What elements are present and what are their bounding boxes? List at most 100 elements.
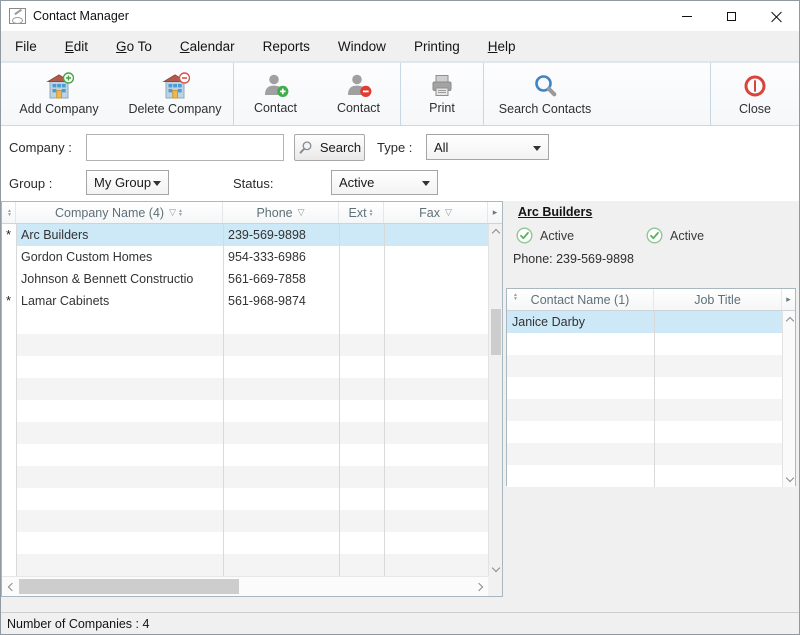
menu-window[interactable]: Window xyxy=(324,31,400,61)
empty-rows-area xyxy=(507,333,782,487)
menu-file[interactable]: File xyxy=(1,31,51,61)
column-header-phone[interactable]: Phone ▽ xyxy=(223,202,339,223)
add-contact-button[interactable]: Contact xyxy=(234,63,317,125)
table-row[interactable]: Johnson & Bennett Constructio 561-669-78… xyxy=(16,268,488,290)
scroll-right-button[interactable] xyxy=(472,577,488,596)
search-contacts-button[interactable]: Search Contacts xyxy=(484,63,606,125)
column-header-fax[interactable]: Fax ▽ xyxy=(384,202,488,223)
contacts-vertical-scrollbar[interactable] xyxy=(782,311,795,487)
delete-contact-button[interactable]: Contact xyxy=(317,63,400,125)
power-icon xyxy=(742,73,768,99)
scroll-left-button[interactable] xyxy=(2,577,18,596)
check-circle-icon xyxy=(516,227,533,244)
status-count: Number of Companies : 4 xyxy=(7,617,149,631)
empty-rows-area xyxy=(16,312,488,576)
scroll-columns-right-button[interactable]: ▸ xyxy=(782,289,795,310)
menu-reports[interactable]: Reports xyxy=(249,31,324,61)
maximize-button[interactable] xyxy=(709,1,754,31)
minimize-button[interactable] xyxy=(664,1,709,31)
toolbar-spacer xyxy=(606,63,710,125)
column-divider xyxy=(654,311,655,487)
scrollbar-thumb[interactable] xyxy=(491,309,501,355)
maximize-icon xyxy=(727,12,736,21)
filter-icon[interactable]: ▽ xyxy=(298,207,305,218)
table-row[interactable]: Lamar Cabinets 561-968-9874 xyxy=(16,290,488,312)
companies-grid-body: * * Arc Builders 239-569-9898 Gordon Cus… xyxy=(2,224,488,576)
menu-goto[interactable]: Go To xyxy=(102,31,166,61)
menu-edit[interactable]: Edit xyxy=(51,31,102,61)
indicator-column-header[interactable]: ▲▼ xyxy=(2,202,16,223)
add-company-button[interactable]: Add Company xyxy=(1,63,117,125)
main-area: ▲▼ Company Name (4) ▽ ▲▼ Phone ▽ Ext ▲▼ … xyxy=(1,201,799,612)
delete-company-button[interactable]: Delete Company xyxy=(117,63,233,125)
column-divider xyxy=(384,224,385,576)
company-input[interactable] xyxy=(86,134,284,161)
menu-help[interactable]: Help xyxy=(474,31,530,61)
close-button[interactable]: Close xyxy=(711,63,799,125)
companies-vertical-scrollbar[interactable] xyxy=(488,224,502,576)
right-arrow-icon: ▸ xyxy=(493,207,498,218)
column-divider xyxy=(223,224,224,576)
column-divider xyxy=(339,224,340,576)
person-plus-icon xyxy=(263,73,289,98)
search-button[interactable]: Search xyxy=(294,134,365,161)
add-contact-label: Contact xyxy=(254,101,297,115)
close-icon xyxy=(771,10,783,22)
close-window-button[interactable] xyxy=(754,1,799,31)
status-text: Active xyxy=(670,229,704,243)
scrollbar-thumb[interactable] xyxy=(19,579,239,594)
status-label: Status: xyxy=(233,176,273,191)
row-indicator: * xyxy=(2,293,15,308)
chevron-right-icon xyxy=(474,582,482,590)
search-contacts-label: Search Contacts xyxy=(499,102,591,116)
status-badge: Active xyxy=(516,227,574,244)
chevron-up-icon xyxy=(785,317,793,325)
chevron-down-icon xyxy=(492,564,500,572)
column-header-ext[interactable]: Ext ▲▼ xyxy=(339,202,384,223)
statusbar: Number of Companies : 4 xyxy=(1,612,799,634)
table-row[interactable]: Janice Darby xyxy=(507,311,782,333)
type-dropdown[interactable]: All xyxy=(426,134,549,160)
companies-grid-header: ▲▼ Company Name (4) ▽ ▲▼ Phone ▽ Ext ▲▼ … xyxy=(2,202,502,224)
filter-icon[interactable]: ▽ xyxy=(445,207,452,218)
filter-icon[interactable]: ▽ xyxy=(169,207,176,218)
chevron-down-icon xyxy=(785,473,793,481)
contacts-grid-header: ▲▼ Contact Name (1) Job Title ▸ xyxy=(507,289,795,311)
scroll-up-button[interactable] xyxy=(783,313,796,326)
minimize-icon xyxy=(682,16,692,17)
toolbar: Add Company Delete Company Contact xyxy=(1,62,799,126)
sort-icon: ▲▼ xyxy=(513,293,518,301)
search-icon xyxy=(532,73,558,99)
delete-contact-label: Contact xyxy=(337,101,380,115)
scroll-down-button[interactable] xyxy=(489,562,503,576)
group-dropdown[interactable]: My Group xyxy=(86,170,169,195)
person-minus-icon xyxy=(346,73,372,98)
scroll-down-button[interactable] xyxy=(783,472,796,485)
table-row[interactable]: Arc Builders 239-569-9898 xyxy=(16,224,488,246)
chevron-down-icon xyxy=(533,146,541,155)
chevron-down-icon xyxy=(153,181,161,190)
right-arrow-icon: ▸ xyxy=(786,294,791,305)
companies-horizontal-scrollbar[interactable] xyxy=(2,576,488,596)
close-label: Close xyxy=(739,102,771,116)
menu-calendar[interactable]: Calendar xyxy=(166,31,249,61)
column-header-contact-name[interactable]: ▲▼ Contact Name (1) xyxy=(507,289,654,310)
group-label: Group : xyxy=(9,176,52,191)
menu-printing[interactable]: Printing xyxy=(400,31,474,61)
search-small-icon xyxy=(298,140,314,156)
detail-company-name: Arc Builders xyxy=(518,205,592,219)
print-label: Print xyxy=(429,101,455,115)
row-indicator: * xyxy=(2,227,15,242)
column-header-company-name[interactable]: Company Name (4) ▽ ▲▼ xyxy=(16,202,223,223)
status-dropdown[interactable]: Active xyxy=(331,170,438,195)
delete-company-label: Delete Company xyxy=(128,102,221,116)
table-row[interactable]: Gordon Custom Homes 954-333-6986 xyxy=(16,246,488,268)
print-button[interactable]: Print xyxy=(401,63,483,125)
app-icon xyxy=(9,8,26,24)
scroll-columns-right-button[interactable]: ▸ xyxy=(488,202,502,223)
scroll-up-button[interactable] xyxy=(489,224,503,238)
column-header-job-title[interactable]: Job Title xyxy=(654,289,782,310)
scrollbar-corner xyxy=(488,576,502,596)
sort-icon: ▲▼ xyxy=(178,209,183,217)
sort-icon: ▲▼ xyxy=(369,209,374,217)
